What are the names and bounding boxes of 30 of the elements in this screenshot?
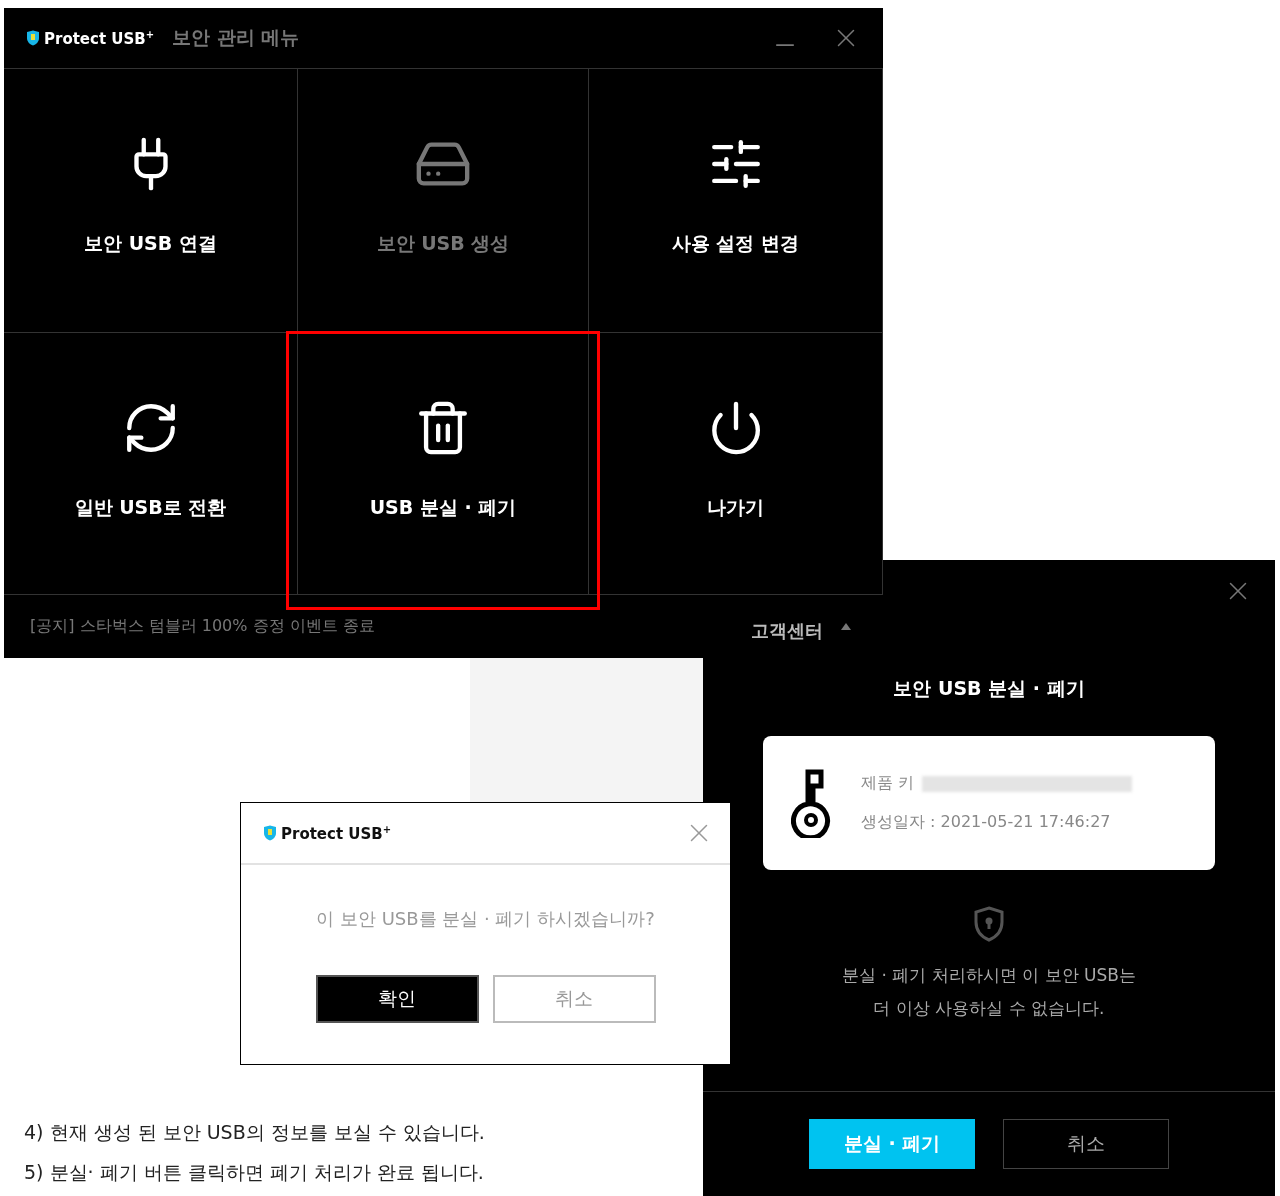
notice-text[interactable]: [공지] 스타벅스 텀블러 100% 증정 이벤트 종료 bbox=[30, 616, 375, 637]
menu-label: 보안 USB 생성 bbox=[376, 231, 510, 256]
menu-tile[interactable]: 보안 USB 연결 bbox=[4, 69, 298, 333]
app-logo: Protect USB$^{+}$ bbox=[281, 823, 392, 843]
menu-label: USB 분실 · 폐기 bbox=[369, 495, 517, 520]
panel-title: 보안 USB 분실 · 폐기 bbox=[893, 676, 1085, 701]
caret-icon[interactable] bbox=[841, 623, 851, 630]
menu-tile[interactable]: 일반 USB로 전환 bbox=[4, 333, 298, 595]
confirm-button[interactable]: 확인 bbox=[315, 975, 479, 1023]
product-key-label: 제품 키 bbox=[861, 773, 915, 794]
shield-logo-icon bbox=[263, 825, 277, 841]
menu-label: 보안 USB 연결 bbox=[84, 231, 217, 256]
support-link[interactable]: 고객센터 bbox=[751, 618, 823, 643]
cancel-button[interactable]: 취소 bbox=[1003, 1119, 1169, 1169]
app-logo: Protect USB$^{+}$ bbox=[44, 28, 155, 48]
shield-keyhole-icon bbox=[973, 906, 1005, 942]
menu-label: 사용 설정 변경 bbox=[671, 231, 800, 256]
warning-text: 분실 · 폐기 처리하시면 이 보안 USB는 bbox=[842, 964, 1136, 987]
menu-tile[interactable]: 나가기 bbox=[589, 333, 883, 595]
menu-tile[interactable]: 사용 설정 변경 bbox=[589, 69, 883, 333]
menu-label: 일반 USB로 전환 bbox=[74, 495, 227, 520]
confirm-message: 이 보안 USB를 분실 · 폐기 하시겠습니까? bbox=[315, 907, 656, 931]
instruction-text: 5) 분실· 폐기 버튼 클릭하면 폐기 처리가 완료 됩니다. bbox=[24, 1160, 485, 1185]
warning-text: 더 이상 사용하실 수 없습니다. bbox=[873, 997, 1105, 1020]
instruction-text: 4) 현재 생성 된 보안 USB의 정보를 보실 수 있습니다. bbox=[24, 1120, 485, 1145]
menu-label: 나가기 bbox=[707, 495, 764, 520]
shield-logo-icon bbox=[26, 30, 40, 46]
window-title: 보안 관리 메뉴 bbox=[172, 25, 300, 50]
created-date: 생성일자 : 2021-05-21 17:46:27 bbox=[861, 812, 1112, 833]
menu-tile[interactable]: USB 분실 · 폐기 bbox=[298, 333, 589, 595]
